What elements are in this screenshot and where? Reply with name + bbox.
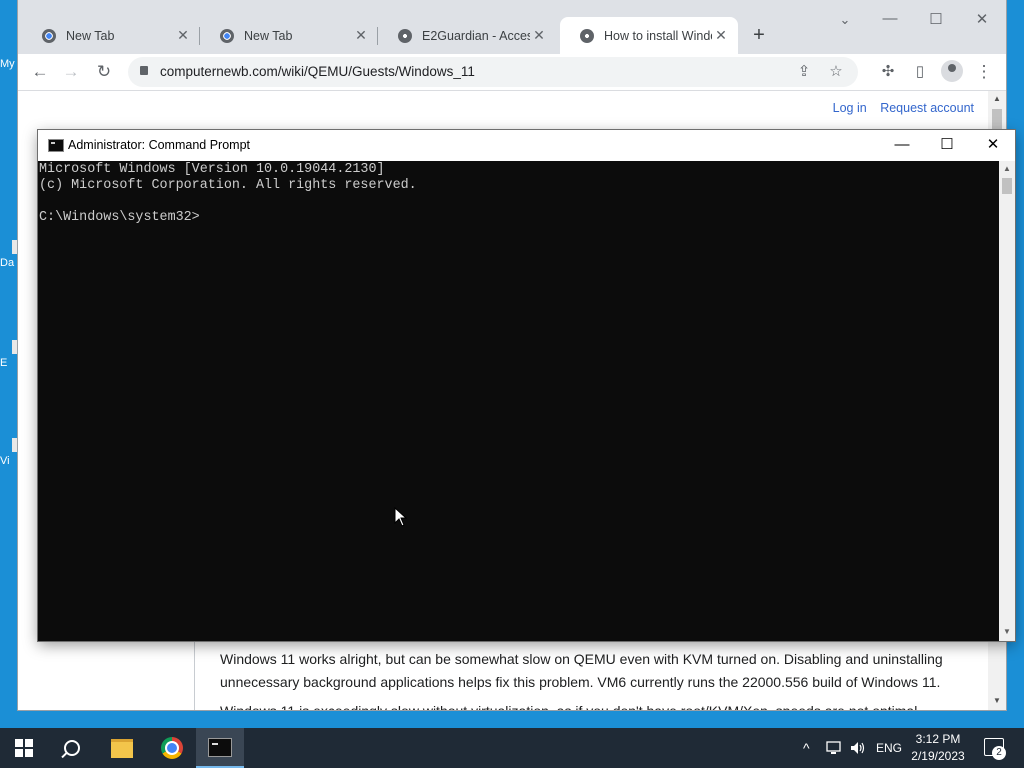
desktop-icon-label: Da — [0, 257, 15, 269]
close-icon[interactable]: ✕ — [530, 27, 548, 44]
forward-button[interactable]: → — [59, 60, 83, 84]
close-icon[interactable]: ✕ — [712, 27, 730, 44]
back-button[interactable]: ← — [28, 60, 52, 84]
tab-how-to-install[interactable]: How to install Windo ✕ — [560, 17, 738, 54]
desktop-icon-label: My — [0, 58, 15, 70]
chrome-icon — [42, 28, 56, 43]
clock-time: 3:12 PM — [915, 732, 961, 746]
console-line: (c) Microsoft Corporation. All rights re… — [39, 178, 417, 193]
wiki-icon — [580, 28, 594, 43]
chrome-icon — [220, 28, 234, 43]
close-button[interactable]: ✕ — [967, 10, 997, 28]
new-tab-button[interactable]: + — [748, 24, 770, 47]
system-clock[interactable]: 3:12 PM 2/19/2023 — [906, 731, 970, 765]
cmd-close-button[interactable]: ✕ — [978, 134, 1008, 156]
input-language[interactable]: ENG — [876, 728, 902, 768]
windows-logo-icon — [15, 739, 33, 757]
desktop-icon-da[interactable]: Da — [0, 240, 18, 269]
url-text: computernewb.com/wiki/QEMU/Guests/Window… — [160, 64, 475, 79]
volume-icon[interactable] — [850, 728, 866, 768]
tab-search-button[interactable]: ⌄ — [830, 12, 860, 28]
taskbar-chrome[interactable] — [148, 728, 196, 768]
show-hidden-icons-chevron-icon[interactable]: ^ — [803, 728, 810, 768]
tab-new-tab-1[interactable]: New Tab ✕ — [22, 17, 200, 54]
account-links: Log in Request account — [823, 101, 974, 115]
tab-title: How to install Windo — [604, 28, 712, 43]
folder-icon — [111, 738, 133, 758]
cmd-maximize-button[interactable]: ☐ — [932, 134, 962, 156]
cmd-window-title: Administrator: Command Prompt — [68, 138, 251, 152]
console-line: Microsoft Windows [Version 10.0.19044.21… — [39, 162, 385, 177]
clock-date: 2/19/2023 — [911, 749, 965, 763]
request-account-link[interactable]: Request account — [880, 101, 974, 115]
cmd-minimize-button[interactable]: — — [887, 134, 917, 156]
maximize-button[interactable]: ☐ — [921, 10, 951, 28]
chrome-icon — [161, 737, 183, 759]
scroll-up-icon[interactable]: ▲ — [988, 94, 1006, 103]
extensions-icon[interactable]: ✣ — [876, 60, 900, 84]
taskbar-file-explorer[interactable] — [98, 728, 146, 768]
terminal-icon — [208, 737, 232, 757]
close-icon[interactable]: ✕ — [174, 27, 192, 44]
notification-count-badge: 2 — [992, 746, 1006, 760]
side-panel-icon[interactable]: ▯ — [908, 60, 932, 84]
console-prompt: C:\Windows\system32> — [39, 210, 200, 225]
taskbar: ^ ENG 3:12 PM 2/19/2023 2 — [0, 728, 1024, 768]
tab-strip: New Tab ✕ New Tab ✕ E2Guardian - Access … — [18, 0, 1006, 54]
article-content: Windows 11 works alright, but can be som… — [194, 640, 988, 710]
desktop-icon-label: Vi — [0, 455, 10, 467]
scroll-down-icon[interactable]: ▼ — [988, 696, 1006, 705]
tab-e2guardian[interactable]: E2Guardian - Access ✕ — [378, 17, 556, 54]
globe-icon — [398, 28, 412, 43]
search-icon — [64, 740, 80, 756]
desktop-icon-vi[interactable]: Vi — [0, 438, 18, 467]
tab-title: E2Guardian - Access — [422, 28, 530, 43]
network-icon[interactable] — [826, 728, 844, 768]
start-button[interactable] — [0, 728, 48, 768]
console-output[interactable]: Microsoft Windows [Version 10.0.19044.21… — [38, 161, 999, 641]
bookmark-star-icon[interactable]: ☆ — [824, 60, 848, 84]
search-button[interactable] — [48, 728, 96, 768]
menu-icon[interactable]: ⋮ — [972, 60, 996, 84]
minimize-button[interactable]: — — [875, 10, 905, 27]
article-paragraph: Windows 11 is exceedingly slow without v… — [220, 700, 960, 710]
address-bar[interactable]: computernewb.com/wiki/QEMU/Guests/Window… — [128, 57, 858, 87]
desktop-icon-e[interactable]: E — [0, 340, 18, 369]
cmd-title-bar[interactable]: Administrator: Command Prompt — ☐ ✕ — [38, 130, 1015, 161]
lock-icon — [140, 66, 148, 75]
scroll-up-icon[interactable]: ▲ — [999, 164, 1015, 173]
login-link[interactable]: Log in — [833, 101, 867, 115]
close-icon[interactable]: ✕ — [352, 27, 370, 44]
console-scrollbar[interactable]: ▲ ▼ — [999, 161, 1015, 641]
scrollbar-thumb[interactable] — [1002, 178, 1012, 194]
browser-toolbar: ← → ↻ computernewb.com/wiki/QEMU/Guests/… — [18, 54, 1006, 91]
taskbar-command-prompt[interactable] — [196, 728, 244, 768]
tab-title: New Tab — [244, 28, 293, 43]
scroll-down-icon[interactable]: ▼ — [999, 627, 1015, 636]
command-prompt-window: Administrator: Command Prompt — ☐ ✕ Micr… — [38, 130, 1015, 641]
reload-button[interactable]: ↻ — [92, 60, 116, 84]
tab-new-tab-2[interactable]: New Tab ✕ — [200, 17, 378, 54]
tab-title: New Tab — [66, 28, 115, 43]
profile-avatar[interactable] — [941, 60, 963, 82]
desktop-icon-label: E — [0, 357, 8, 369]
desktop-icon-my[interactable]: My — [0, 58, 18, 70]
share-icon[interactable]: ⇪ — [792, 60, 816, 84]
article-paragraph: Windows 11 works alright, but can be som… — [220, 651, 943, 690]
terminal-icon — [48, 139, 64, 152]
